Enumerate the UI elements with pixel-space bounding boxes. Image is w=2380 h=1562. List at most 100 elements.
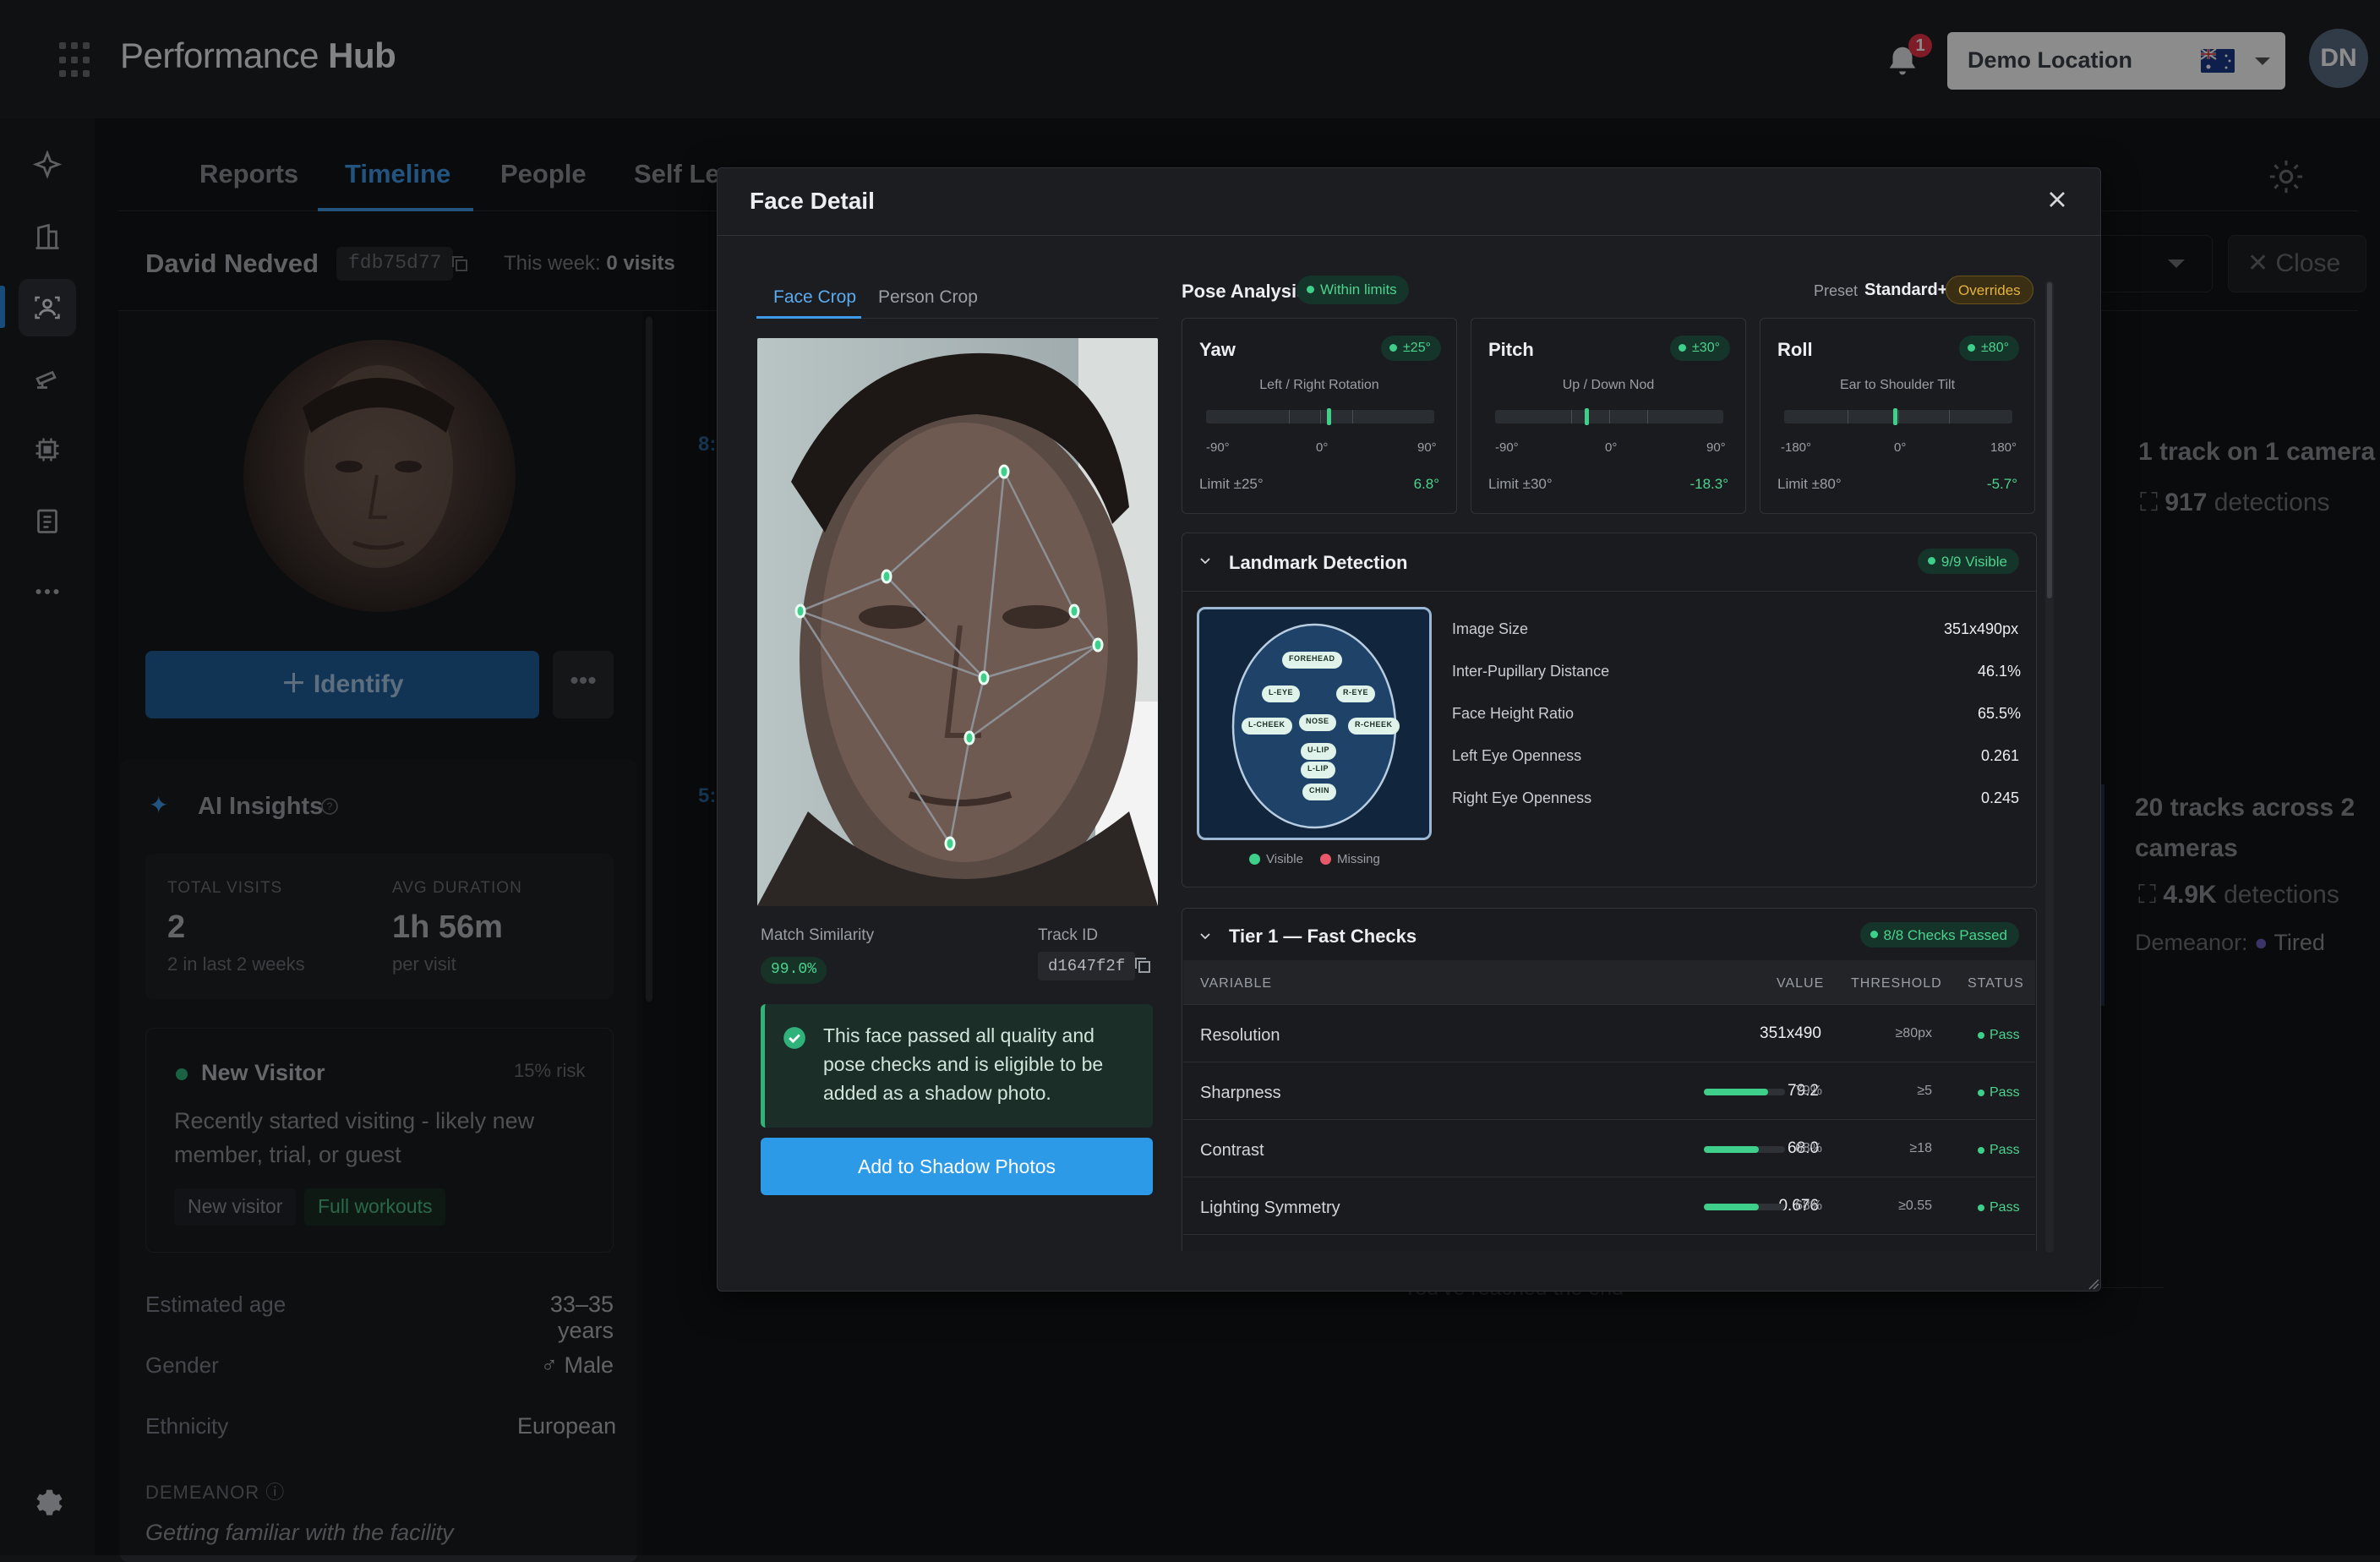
col-status: STATUS (1968, 976, 2024, 991)
axis-min: -180° (1781, 440, 1812, 455)
gauge-tick (1320, 410, 1321, 423)
tier1-title[interactable]: Tier 1 — Fast Checks (1229, 926, 1417, 948)
scrollbar-thumb[interactable] (2047, 282, 2052, 598)
pose-limit-badge: ±30° (1670, 336, 1730, 361)
pose-name: Roll (1777, 339, 1813, 360)
add-to-shadow-photos-button[interactable]: Add to Shadow Photos (761, 1138, 1153, 1195)
gauge-tick (1351, 410, 1353, 423)
landmark-forehead: FOREHEAD (1282, 652, 1342, 669)
pose-subtitle: Ear to Shoulder Tilt (1839, 378, 1956, 392)
pose-subtitle: Up / Down Nod (1562, 378, 1655, 392)
axis-min: -90° (1495, 440, 1519, 455)
status-pass: Pass (1978, 1028, 2020, 1043)
status-pass: Pass (1978, 1085, 2020, 1100)
score-bar-fill (1704, 1146, 1760, 1153)
lm-label: Left Eye Openness (1452, 747, 1582, 764)
gauge-tick (1609, 410, 1610, 423)
legend-missing: Missing (1337, 852, 1380, 866)
pose-value: -5.7° (1986, 476, 2017, 492)
tier1-badge: 8/8 Checks Passed (1859, 922, 2019, 948)
table-row-threshold: ≥18 (1909, 1141, 1932, 1155)
chevron-down-icon[interactable] (1199, 555, 1211, 567)
pose-gauge (1495, 408, 1723, 425)
score-bar (1704, 1204, 1785, 1210)
lm-value: 65.5% (1978, 705, 2022, 722)
lm-value: 46.1% (1978, 663, 2022, 680)
lm-label: Face Height Ratio (1452, 705, 1575, 722)
pose-name: Yaw (1199, 339, 1236, 360)
pose-card-pitch: Pitch ±30° Up / Down Nod -90° 0° 90° Lim… (1471, 318, 1746, 514)
preset-label: Preset (1814, 282, 1859, 299)
pose-gauge (1206, 408, 1434, 425)
landmark-l-cheek: L-CHEEK (1242, 718, 1292, 735)
pose-name: Pitch (1488, 339, 1534, 360)
row-divider (1183, 1119, 2035, 1120)
pose-limit-badge: ±25° (1381, 336, 1441, 361)
pose-subtitle: Left / Right Rotation (1259, 378, 1379, 392)
lm-value: 351x490px (1944, 620, 2019, 637)
table-row-threshold: ≥80px (1895, 1026, 1932, 1040)
landmark-badge: 9/9 Visible (1917, 549, 2019, 574)
gauge-tick (1949, 410, 1950, 423)
score-bar (1704, 1146, 1785, 1153)
pose-gauge (1784, 408, 2012, 425)
landmark-l-lip: L-LIP (1301, 762, 1335, 778)
pose-value: -18.3° (1689, 476, 1728, 492)
close-icon[interactable] (2044, 186, 2071, 213)
eligibility-message: This face passed all quality and pose ch… (823, 1024, 1104, 1104)
resize-handle-icon[interactable] (2088, 1278, 2099, 1290)
pose-card-roll: Roll ±80° Ear to Shoulder Tilt -180° 0° … (1760, 318, 2035, 514)
status-pass: Pass (1978, 1200, 2020, 1215)
landmark-l-eye: L-EYE (1262, 685, 1301, 702)
axis-max: 90° (1417, 440, 1437, 455)
pose-status-badge: Within limits (1296, 276, 1409, 304)
gauge-needle (1892, 408, 1897, 425)
chevron-down-icon[interactable] (1199, 931, 1211, 942)
axis-mid: 0° (1316, 440, 1329, 455)
preset-value[interactable]: Standard+ (1864, 281, 1947, 300)
track-id-label: Track ID (1038, 926, 1099, 944)
axis-mid: 0° (1894, 440, 1907, 455)
tab-face-crop[interactable]: Face Crop (773, 287, 856, 308)
lm-value: 0.261 (1981, 747, 2020, 764)
col-variable: VARIABLE (1200, 976, 1273, 991)
tab-person-crop[interactable]: Person Crop (878, 287, 978, 308)
table-row-value: 351x490 (1760, 1024, 1821, 1042)
legend-missing-dot (1320, 854, 1331, 865)
gauge-needle (1584, 408, 1589, 425)
landmark-u-lip: U-LIP (1301, 743, 1336, 760)
landmark-nose: NOSE (1299, 714, 1336, 731)
legend-visible-dot (1249, 854, 1260, 865)
pose-card-yaw: Yaw ±25° Left / Right Rotation -90° 0° 9… (1182, 318, 1457, 514)
landmark-title[interactable]: Landmark Detection (1229, 552, 1408, 574)
overrides-badge[interactable]: Overrides (1946, 276, 2033, 304)
gauge-tick (1288, 410, 1290, 423)
pose-limit: Limit ±25° (1199, 476, 1264, 492)
gauge-needle (1327, 408, 1332, 425)
score-bar (1704, 1089, 1785, 1095)
axis-max: 180° (1990, 440, 2017, 455)
copy-icon[interactable] (1133, 955, 1153, 975)
gauge-tick (1647, 410, 1648, 423)
modal-divider (717, 235, 2101, 236)
pose-limit: Limit ±80° (1777, 476, 1842, 492)
landmark-r-eye: R-EYE (1336, 685, 1376, 702)
landmark-r-cheek: R-CHEEK (1348, 718, 1400, 735)
score-percent: 68% (1795, 1199, 1823, 1213)
lm-value: 0.245 (1981, 789, 2020, 806)
row-divider (1183, 1004, 2035, 1005)
table-row-name: Resolution (1200, 1026, 1280, 1045)
lm-label: Inter-Pupillary Distance (1452, 663, 1610, 680)
gauge-tick (1898, 410, 1899, 423)
modal-title: Face Detail (750, 188, 875, 214)
axis-min: -90° (1206, 440, 1230, 455)
score-percent: 68% (1795, 1141, 1823, 1155)
table-row-threshold: ≥5 (1917, 1084, 1932, 1098)
face-crop-image (757, 338, 1158, 906)
row-divider (1183, 1234, 2035, 1235)
landmark-face-map: FOREHEAD L-EYE R-EYE L-CHEEK NOSE R-CHEE… (1197, 607, 1432, 840)
score-bar-fill (1704, 1204, 1760, 1210)
axis-max: 90° (1706, 440, 1726, 455)
active-crop-underline (756, 316, 861, 319)
table-row-name: Sharpness (1200, 1084, 1281, 1102)
